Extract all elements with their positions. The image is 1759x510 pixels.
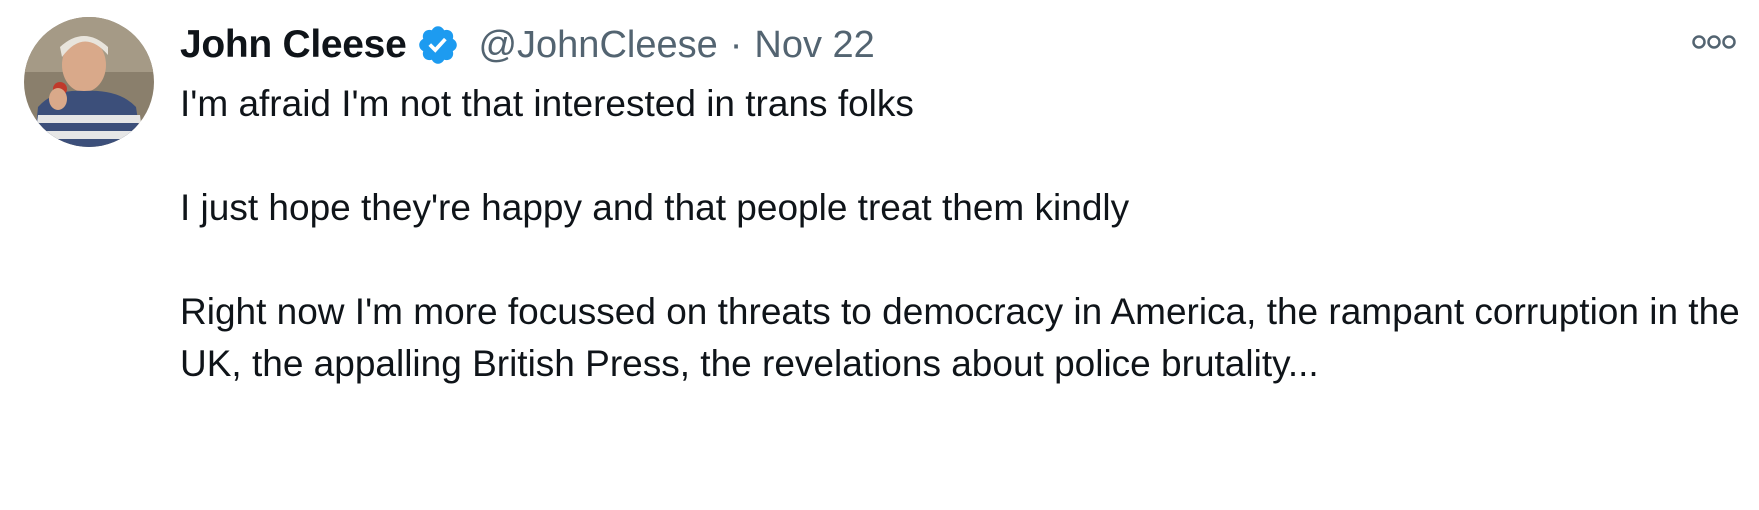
tweet-paragraph: I just hope they're happy and that peopl…	[180, 187, 1130, 228]
tweet-date[interactable]: Nov 22	[754, 24, 874, 67]
separator-dot: ·	[729, 23, 743, 66]
tweet-header: John Cleese @JohnCleese · Nov 22	[180, 20, 875, 70]
more-options-icon[interactable]	[1691, 32, 1737, 52]
avatar-image	[24, 17, 154, 147]
tweet-text: I'm afraid I'm not that interested in tr…	[180, 78, 1740, 390]
avatar[interactable]	[24, 17, 154, 147]
tweet-card[interactable]: John Cleese @JohnCleese · Nov 22 I'm afr…	[0, 0, 1759, 510]
tweet-paragraph: Right now I'm more focussed on threats t…	[180, 291, 1740, 384]
display-name[interactable]: John Cleese	[180, 23, 407, 67]
verified-badge-icon	[416, 23, 460, 67]
tweet-paragraph: I'm afraid I'm not that interested in tr…	[180, 83, 914, 124]
user-handle[interactable]: @JohnCleese	[478, 24, 717, 67]
